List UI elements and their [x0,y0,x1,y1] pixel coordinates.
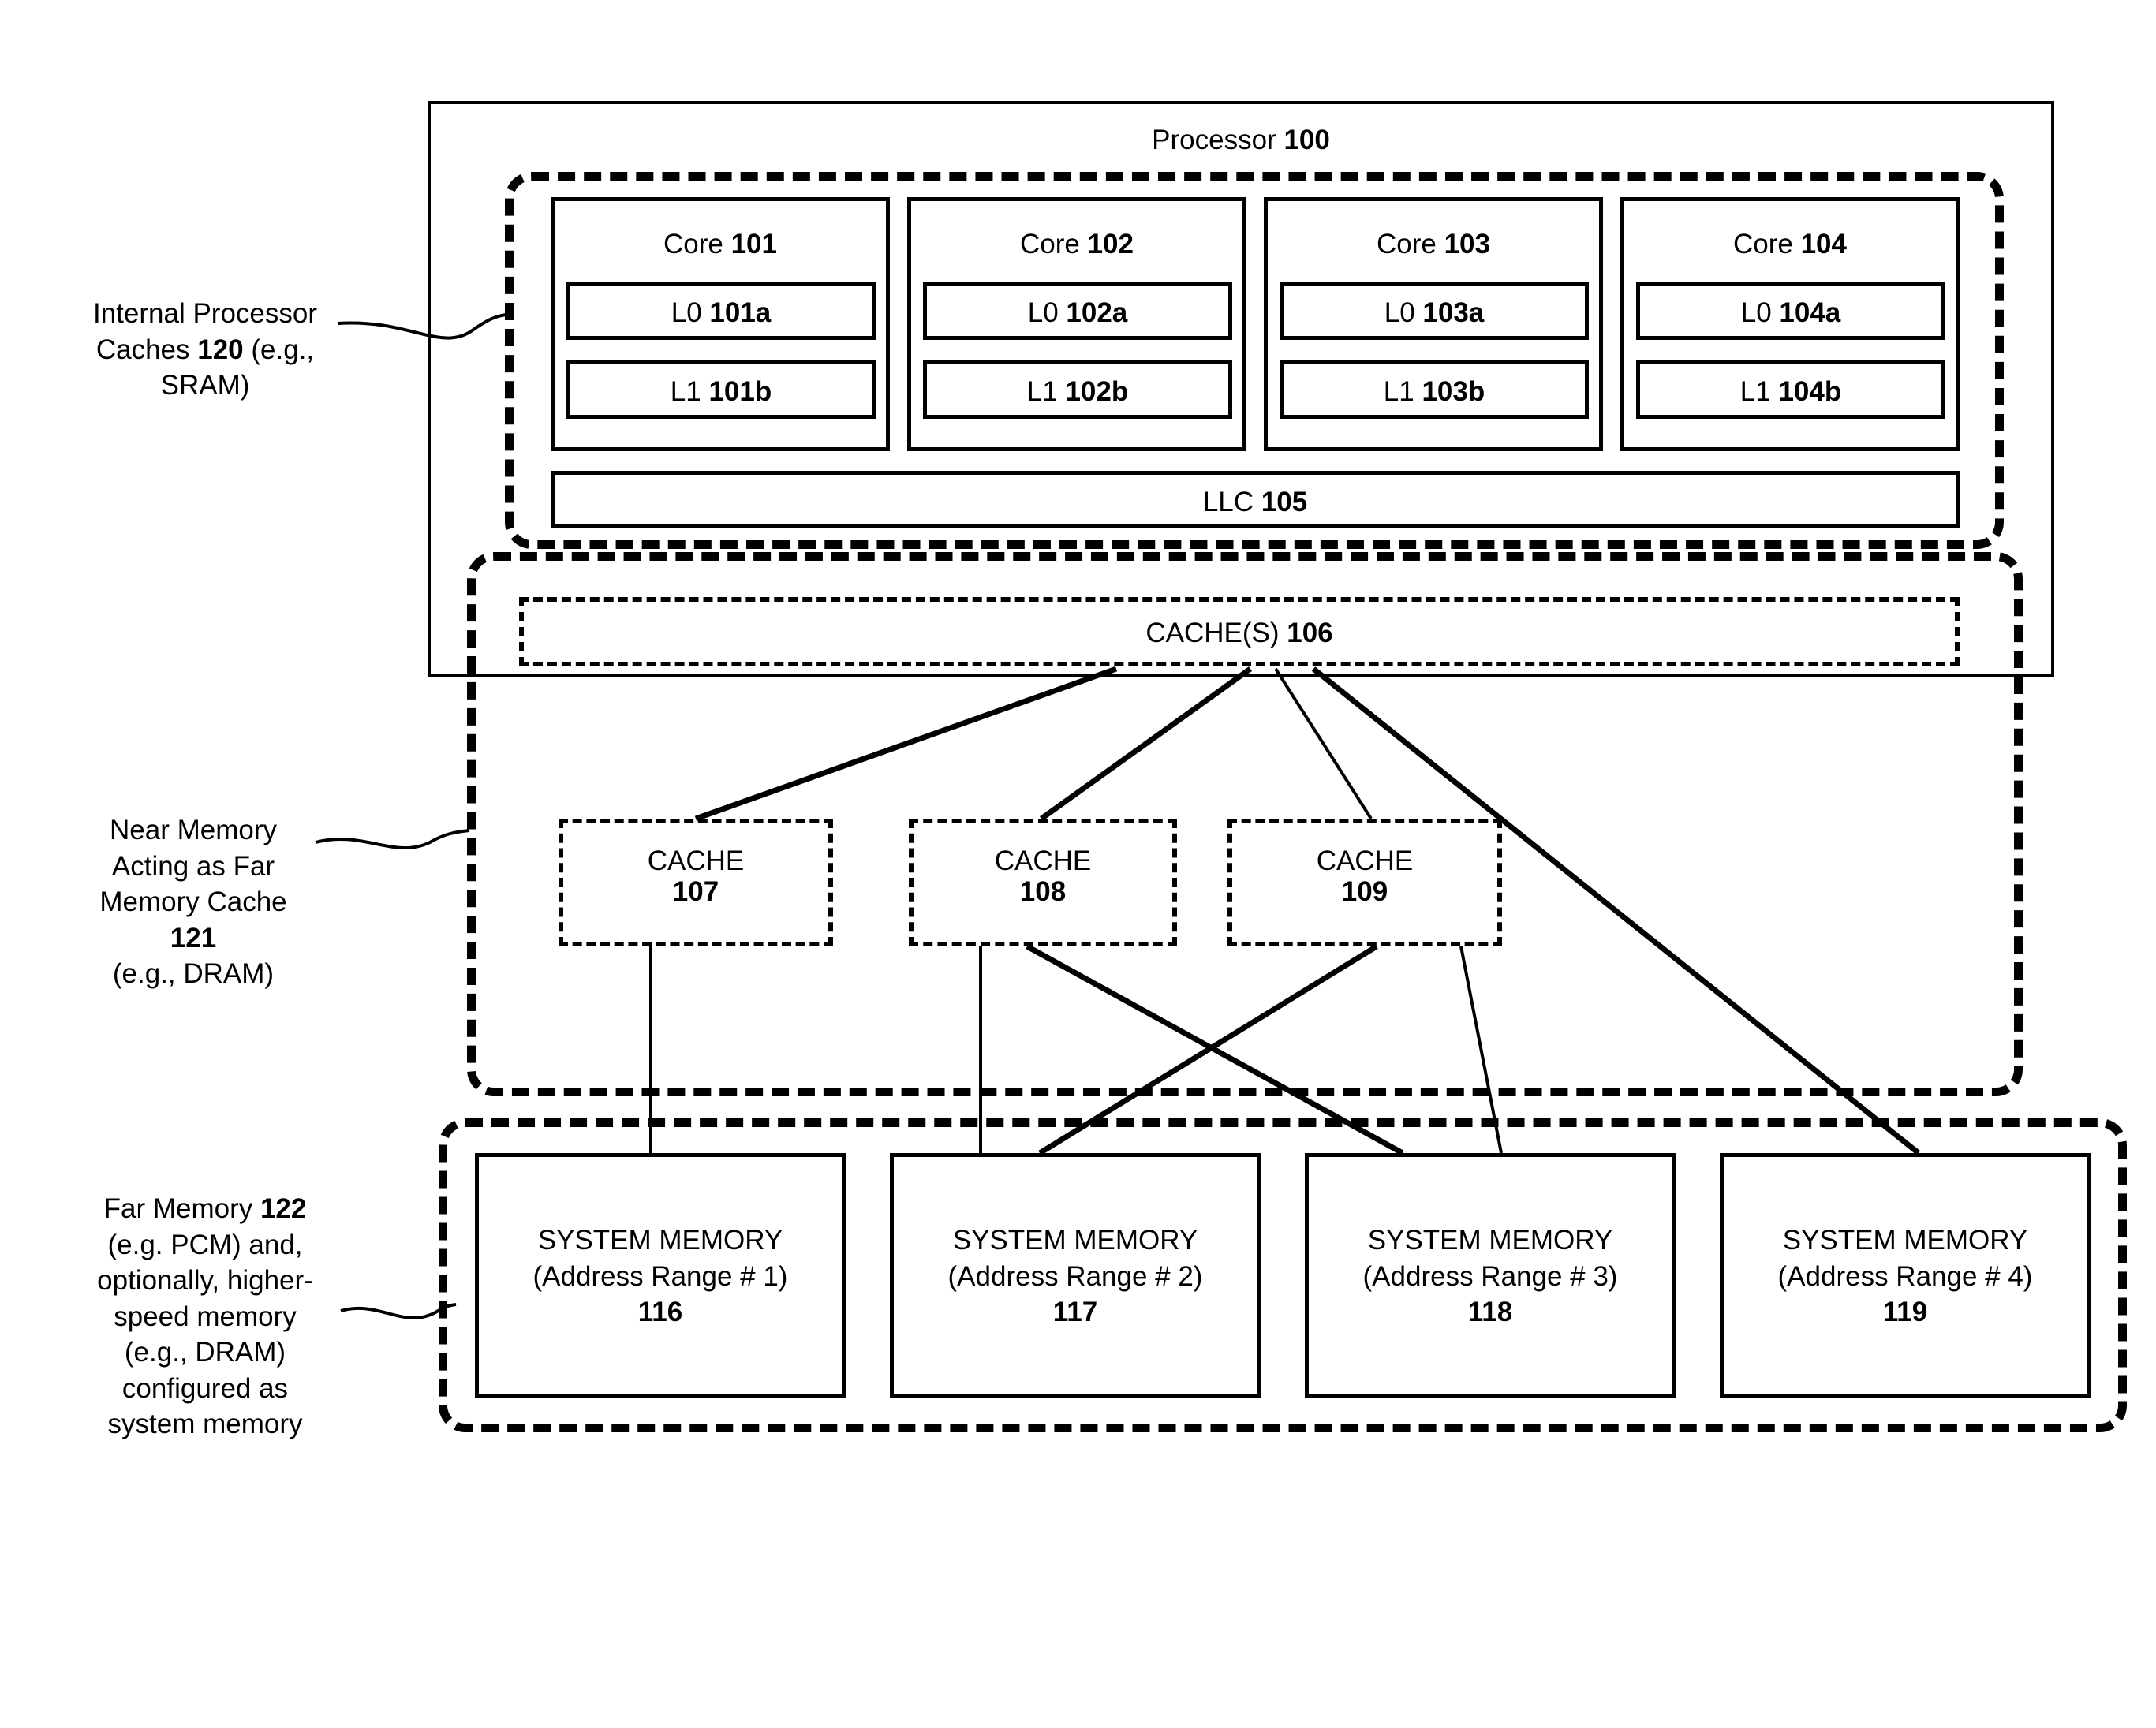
cache-text-109: CACHE [1316,845,1414,876]
system-memory-label-118: SYSTEM MEMORY (Address Range # 3) 118 [1305,1222,1676,1331]
l0-num-104a: 104a [1779,297,1841,328]
core-label-101: Core 101 [551,229,890,260]
l1-text-104b: L1 [1739,376,1779,407]
annot-120-caches-word: Caches [95,334,198,365]
sm-line1-119: SYSTEM MEMORY [1782,1225,2028,1256]
processor-title-number: 100 [1284,125,1330,155]
sm-line1-117: SYSTEM MEMORY [952,1225,1198,1256]
processor-title-text: Processor [1152,125,1284,155]
annot-122-line5: (e.g., DRAM) [124,1337,286,1368]
llc-num: 105 [1261,487,1308,517]
annot-122-number: 122 [260,1193,307,1224]
sm-line2-117: (Address Range # 2) [947,1260,1203,1292]
sm-num-119: 119 [1882,1297,1928,1327]
core-name-101: Core [663,229,731,259]
annot-121-line5: (e.g., DRAM) [112,958,275,989]
annot-121-line1: Near Memory [110,815,277,845]
annot-120-line1: Internal Processor [92,298,318,329]
annot-122-line3: optionally, higher- [97,1265,313,1296]
annot-122-line4: speed memory [114,1301,297,1332]
annot-122-line7: system memory [107,1409,303,1439]
system-memory-label-119: SYSTEM MEMORY (Address Range # 4) 119 [1720,1222,2091,1331]
sm-num-116: 116 [637,1297,683,1327]
system-memory-label-117: SYSTEM MEMORY (Address Range # 2) 117 [890,1222,1261,1331]
core-label-103: Core 103 [1264,229,1603,260]
cache-s-label-106: CACHE(S) 106 [519,618,1960,649]
l1-label-101b: L1 101b [566,376,876,408]
l1-text-102b: L1 [1026,376,1066,407]
annot-122-line1: Far Memory 122 [47,1191,363,1227]
sm-line2-118: (Address Range # 3) [1362,1260,1618,1292]
l0-num-101a: 101a [709,297,772,328]
cache-s-text: CACHE(S) [1145,618,1287,648]
l1-num-101b: 101b [708,376,772,407]
l1-num-104b: 104b [1778,376,1842,407]
sm-line1-116: SYSTEM MEMORY [537,1225,783,1256]
system-memory-label-116: SYSTEM MEMORY (Address Range # 1) 116 [475,1222,846,1331]
core-num-104: 104 [1800,229,1847,259]
annot-121-line2: Acting as Far [111,850,275,882]
l1-label-104b: L1 104b [1636,376,1945,408]
annot-121-line3: Memory Cache [99,886,287,917]
llc-label-105: LLC 105 [551,487,1960,518]
cache-text-108: CACHE [994,845,1092,876]
l1-label-103b: L1 103b [1280,376,1589,408]
core-label-102: Core 102 [907,229,1246,260]
l0-num-102a: 102a [1066,297,1128,328]
annot-120-number: 120 [197,334,244,365]
core-name-102: Core [1020,229,1088,259]
core-label-104: Core 104 [1620,229,1960,260]
l0-label-102a: L0 102a [923,297,1232,329]
leader-line-121 [315,829,470,850]
cache-num-107: 107 [672,876,719,908]
annot-121-line4: 121 [63,920,323,957]
sm-num-118: 118 [1467,1297,1513,1327]
l1-label-102b: L1 102b [923,376,1232,408]
cache-label-109: CACHE 109 [1227,845,1502,907]
cache-label-108: CACHE 108 [909,845,1177,907]
l1-num-103b: 103b [1422,376,1485,407]
l1-num-102b: 102b [1065,376,1129,407]
annotation-far-memory: Far Memory 122 (e.g. PCM) and, optionall… [47,1191,363,1442]
l1-text-101b: L1 [670,376,709,407]
core-name-104: Core [1733,229,1801,259]
l0-label-104a: L0 104a [1636,297,1945,329]
l0-text-102a: L0 [1027,297,1067,328]
annot-122-line2: (e.g. PCM) and, [107,1229,303,1260]
sm-line1-118: SYSTEM MEMORY [1367,1225,1613,1256]
cache-label-107: CACHE 107 [559,845,833,907]
core-num-102: 102 [1087,229,1134,259]
cache-num-108: 108 [1019,876,1067,908]
l0-text-104a: L0 [1740,297,1780,328]
annot-122-farmem-word: Far Memory [103,1193,260,1224]
core-name-103: Core [1377,229,1444,259]
l0-label-101a: L0 101a [566,297,876,329]
annot-122-line6: configured as [121,1372,289,1404]
annot-120-eg: (e.g., [243,334,315,365]
annot-120-line2: Caches 120 (e.g., [55,332,355,368]
l1-text-103b: L1 [1383,376,1422,407]
llc-text: LLC [1202,487,1261,517]
core-num-101: 101 [730,229,777,259]
annot-120-line3: SRAM) [160,370,250,401]
cache-s-num: 106 [1287,618,1333,648]
l0-text-103a: L0 [1384,297,1423,328]
annotation-near-memory: Near Memory Acting as Far Memory Cache 1… [63,812,323,992]
processor-title: Processor 100 [428,125,2054,156]
sm-line2-116: (Address Range # 1) [532,1260,788,1292]
cache-num-109: 109 [1341,876,1388,908]
annot-121-number: 121 [170,922,217,954]
sm-num-117: 117 [1052,1297,1098,1327]
l0-label-103a: L0 103a [1280,297,1589,329]
sm-line2-119: (Address Range # 4) [1777,1260,2033,1292]
core-num-103: 103 [1444,229,1490,259]
l0-text-101a: L0 [671,297,710,328]
annotation-internal-processor-caches: Internal Processor Caches 120 (e.g., SRA… [55,296,355,404]
patent-figure-canvas: Processor 100 Core 101 L0 101a L1 101b C… [0,0,2156,1728]
l0-num-103a: 103a [1422,297,1485,328]
cache-text-107: CACHE [647,845,745,876]
